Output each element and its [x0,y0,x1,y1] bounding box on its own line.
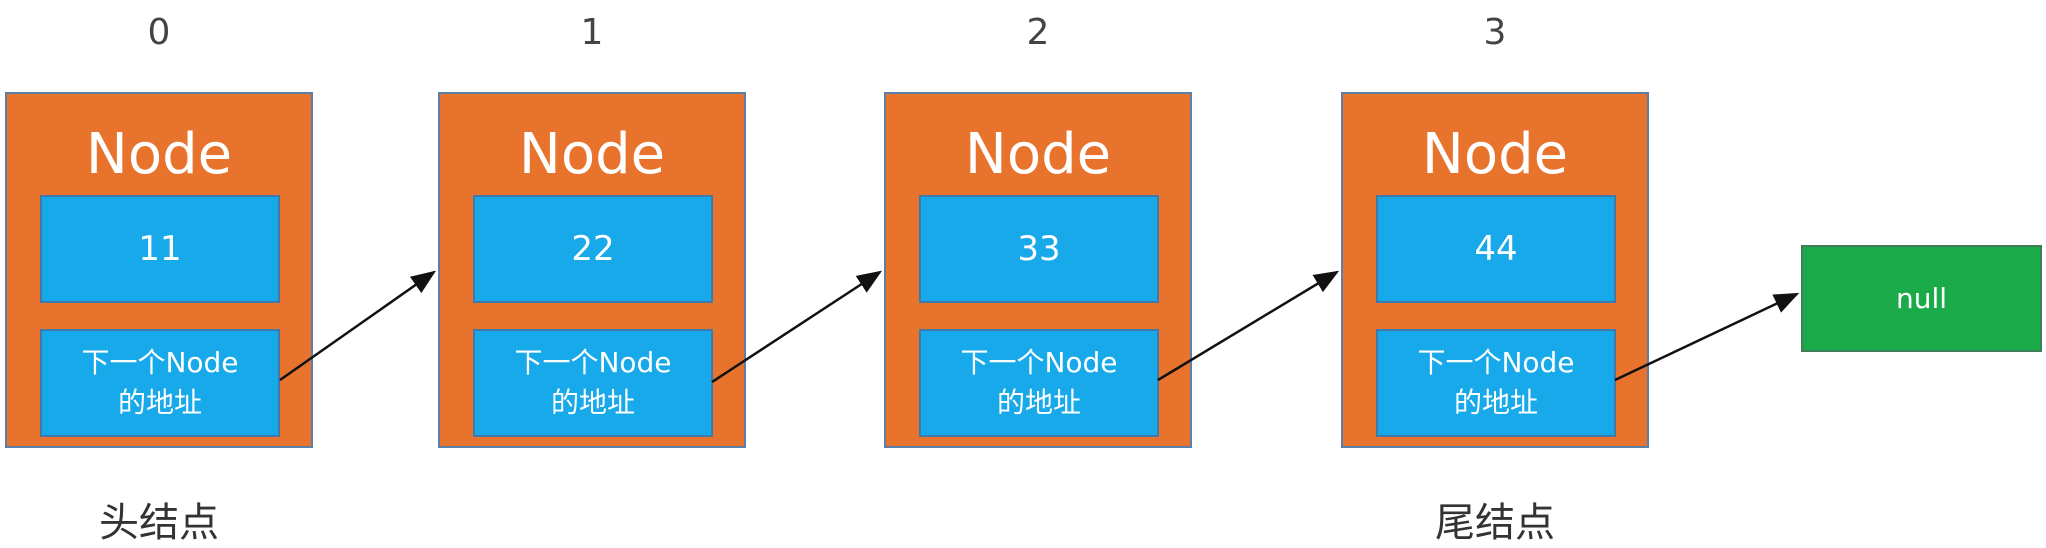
tail-node-label: 尾结点 [1435,500,1555,546]
arrow-0-to-1 [279,270,437,382]
arrow-2-to-3 [1157,270,1340,382]
arrow-3-to-null [1614,292,1800,382]
arrows [279,270,1800,384]
head-node-label: 头结点 [99,500,219,546]
arrow-1-to-2 [711,270,883,384]
